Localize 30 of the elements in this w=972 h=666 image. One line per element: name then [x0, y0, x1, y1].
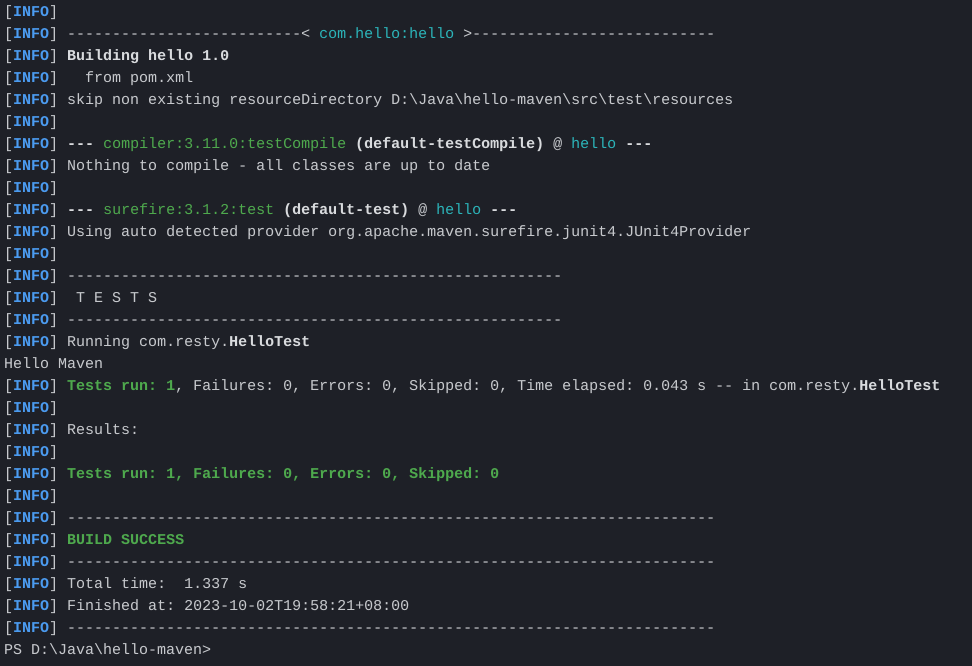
log-line: [INFO] from pom.xml: [4, 69, 194, 89]
log-line: [INFO] --- surefire:3.1.2:test (default-test) @ hello ---: [4, 201, 518, 221]
log-line: [INFO]: [4, 3, 58, 23]
log-line: [INFO] Finished at: 2023-10-02T19:58:21+08:00: [4, 597, 410, 617]
log-line: [INFO] Tests run: 1, Failures: 0, Errors: 0, Skipped: 0: [4, 465, 500, 485]
log-line: [INFO] Results:: [4, 421, 140, 441]
log-line: [INFO] --------------------------< com.hello:hello >---------------------------: [4, 25, 716, 45]
log-line: [INFO]: [4, 245, 58, 265]
console-line: PS D:\Java\hello-maven>: [4, 641, 212, 661]
log-line: [INFO]: [4, 443, 58, 463]
log-line: [INFO]: [4, 487, 58, 507]
log-line: [INFO] BUILD SUCCESS: [4, 531, 184, 551]
log-line: [INFO] Total time: 1.337 s: [4, 575, 248, 595]
log-line: [INFO]: [4, 399, 58, 419]
log-line: [INFO] Tests run: 1, Failures: 0, Errors: 0, Skipped: 0, Time elapsed: 0.043 s -- in com.resty.HelloTest: [4, 377, 940, 397]
log-line: [INFO] ------------------------------------------------------------------------: [4, 509, 716, 529]
log-line: [INFO]: [4, 113, 58, 133]
log-line: [INFO] T E S T S: [4, 289, 158, 309]
log-line: [INFO] Running com.resty.HelloTest: [4, 333, 310, 353]
log-line: [INFO] Nothing to compile - all classes are up to date: [4, 157, 490, 177]
log-line: [INFO] -------------------------------------------------------: [4, 311, 562, 331]
log-line: [INFO]: [4, 179, 58, 199]
console-line: Hello Maven: [4, 355, 104, 375]
log-line: [INFO] skip non existing resourceDirectory D:\Java\hello-maven\src\test\resources: [4, 91, 734, 111]
log-line: [INFO] ------------------------------------------------------------------------: [4, 553, 716, 573]
log-line: [INFO] Building hello 1.0: [4, 47, 230, 67]
log-line: [INFO] Using auto detected provider org.apache.maven.surefire.junit4.JUnit4Provider: [4, 223, 752, 243]
log-line: [INFO] ------------------------------------------------------------------------: [4, 619, 716, 639]
log-line: [INFO] --- compiler:3.11.0:testCompile (default-testCompile) @ hello ---: [4, 135, 652, 155]
log-line: [INFO] -------------------------------------------------------: [4, 267, 562, 287]
